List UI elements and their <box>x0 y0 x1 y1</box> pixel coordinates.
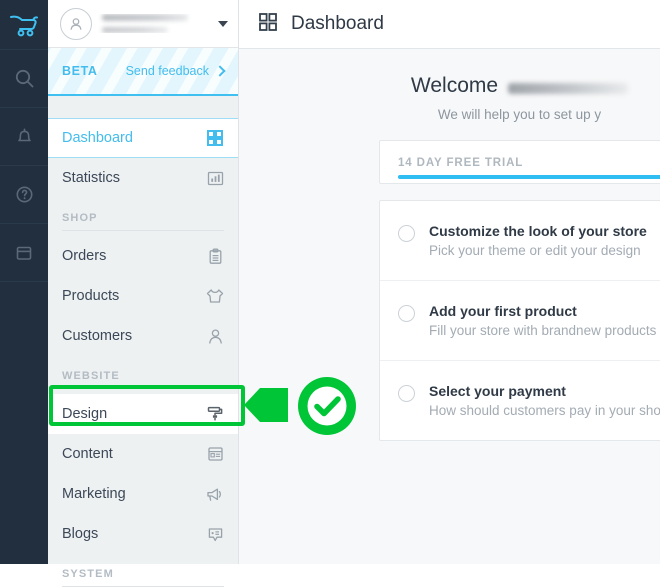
chevron-down-icon[interactable] <box>218 20 228 27</box>
page-header: Dashboard <box>239 0 660 49</box>
archive-box-icon <box>14 243 34 263</box>
setup-tasks-card: Customize the look of your store Pick yo… <box>379 200 660 441</box>
sidebar-item-label: Content <box>62 446 113 462</box>
welcome-name-blurred <box>508 82 629 94</box>
clipboard-icon <box>206 247 224 265</box>
tshirt-icon <box>206 287 224 305</box>
trial-progress-fill <box>398 175 660 179</box>
task-row-select-payment[interactable]: Select your payment How should customers… <box>380 361 660 440</box>
help-circle-icon <box>14 184 35 205</box>
shopping-cart-logo-icon <box>9 13 39 37</box>
page-title: Dashboard <box>291 13 384 34</box>
search-icon <box>14 68 35 89</box>
sidebar-item-label: Statistics <box>62 170 121 186</box>
grid-dashboard-icon <box>206 129 224 147</box>
main-panel: Dashboard Welcome We will help you to se… <box>239 0 660 564</box>
task-text: Add your first product Fill your store w… <box>415 303 656 338</box>
beta-banner: BETA Send feedback <box>48 48 238 96</box>
user-name-blurred <box>102 14 188 21</box>
person-icon <box>206 327 224 345</box>
rail-item-logo[interactable] <box>0 0 48 50</box>
task-text: Select your payment How should customers… <box>415 383 660 418</box>
task-title: Select your payment <box>429 383 566 399</box>
task-text: Customize the look of your store Pick yo… <box>415 223 647 258</box>
section-title-shop: SHOP <box>62 212 98 224</box>
dashboard-content: Welcome We will help you to set up y 14 … <box>239 49 660 564</box>
sidebar-item-dashboard[interactable]: Dashboard <box>48 118 238 158</box>
sidebar-item-orders[interactable]: Orders <box>48 236 238 276</box>
grid-dashboard-icon <box>259 12 277 36</box>
task-subtitle: Pick your theme or edit your design <box>429 243 641 258</box>
user-account-menu[interactable] <box>48 0 238 48</box>
page-layout-icon <box>206 445 224 463</box>
sidebar-item-marketing[interactable]: Marketing <box>48 474 238 514</box>
sidebar-item-label: Marketing <box>62 486 126 502</box>
task-radio-icon[interactable] <box>398 305 415 322</box>
comment-bubble-icon <box>206 525 224 543</box>
user-avatar-icon <box>70 17 82 30</box>
chevron-right-icon <box>214 65 226 77</box>
rail-item-archive[interactable] <box>0 224 48 282</box>
task-row-add-product[interactable]: Add your first product Fill your store w… <box>380 281 660 361</box>
app-window: BETA Send feedback Dashboard Statistics <box>0 0 660 587</box>
sidebar-item-label: Design <box>62 406 108 422</box>
megaphone-icon <box>206 485 224 503</box>
section-title-system: SYSTEM <box>62 568 114 580</box>
welcome-heading: Welcome <box>410 74 629 98</box>
sidebar: BETA Send feedback Dashboard Statistics <box>48 0 356 587</box>
sidebar-item-label: Blogs <box>62 526 99 542</box>
welcome-greeting: Welcome <box>410 74 499 97</box>
task-radio-icon[interactable] <box>398 225 415 242</box>
user-identity-redacted <box>92 14 212 33</box>
sidebar-item-products[interactable]: Products <box>48 276 238 316</box>
sidebar-item-label: Customers <box>62 328 133 344</box>
trial-progress-track <box>398 175 660 179</box>
bar-chart-icon <box>206 169 224 187</box>
check-circle-icon <box>298 377 356 435</box>
sidebar-item-design[interactable]: Design <box>48 394 238 434</box>
task-title: Add your first product <box>429 303 577 319</box>
paint-roller-icon <box>206 405 224 423</box>
annotation-arrow <box>244 388 288 422</box>
task-subtitle: How should customers pay in your shop? <box>429 403 660 418</box>
section-divider <box>62 388 224 389</box>
avatar <box>60 7 92 40</box>
send-feedback-link[interactable]: Send feedback <box>125 64 226 78</box>
rail-spacer <box>0 282 48 564</box>
sidebar-item-label: Dashboard <box>62 130 133 146</box>
sidebar-item-customers[interactable]: Customers <box>48 316 238 356</box>
welcome-block: Welcome We will help you to set up y <box>379 49 660 122</box>
sidebar-item-label: Orders <box>62 248 107 264</box>
task-row-customize-store[interactable]: Customize the look of your store Pick yo… <box>380 201 660 281</box>
trial-card: 14 DAY FREE TRIAL <box>379 140 660 184</box>
section-divider <box>62 230 224 231</box>
task-title: Customize the look of your store <box>429 223 647 239</box>
sidebar-item-blogs[interactable]: Blogs <box>48 514 238 554</box>
sidebar-item-content[interactable]: Content <box>48 434 238 474</box>
welcome-subtitle: We will help you to set up y <box>437 107 602 122</box>
send-feedback-label: Send feedback <box>125 64 209 78</box>
sidebar-item-statistics[interactable]: Statistics <box>48 158 238 198</box>
rail-item-search[interactable] <box>0 50 48 108</box>
rail-item-help[interactable] <box>0 166 48 224</box>
rail-item-notifications[interactable] <box>0 108 48 166</box>
trial-label: 14 DAY FREE TRIAL <box>398 157 524 169</box>
nav-top-spacer <box>48 96 238 118</box>
section-title-website: WEBSITE <box>62 370 120 382</box>
bell-icon <box>14 126 35 147</box>
user-email-blurred <box>102 27 168 33</box>
icon-rail <box>0 0 48 564</box>
sidebar-item-label: Products <box>62 288 120 304</box>
beta-label: BETA <box>62 64 98 78</box>
task-subtitle: Fill your store with brandnew products <box>429 323 657 338</box>
task-radio-icon[interactable] <box>398 385 415 402</box>
